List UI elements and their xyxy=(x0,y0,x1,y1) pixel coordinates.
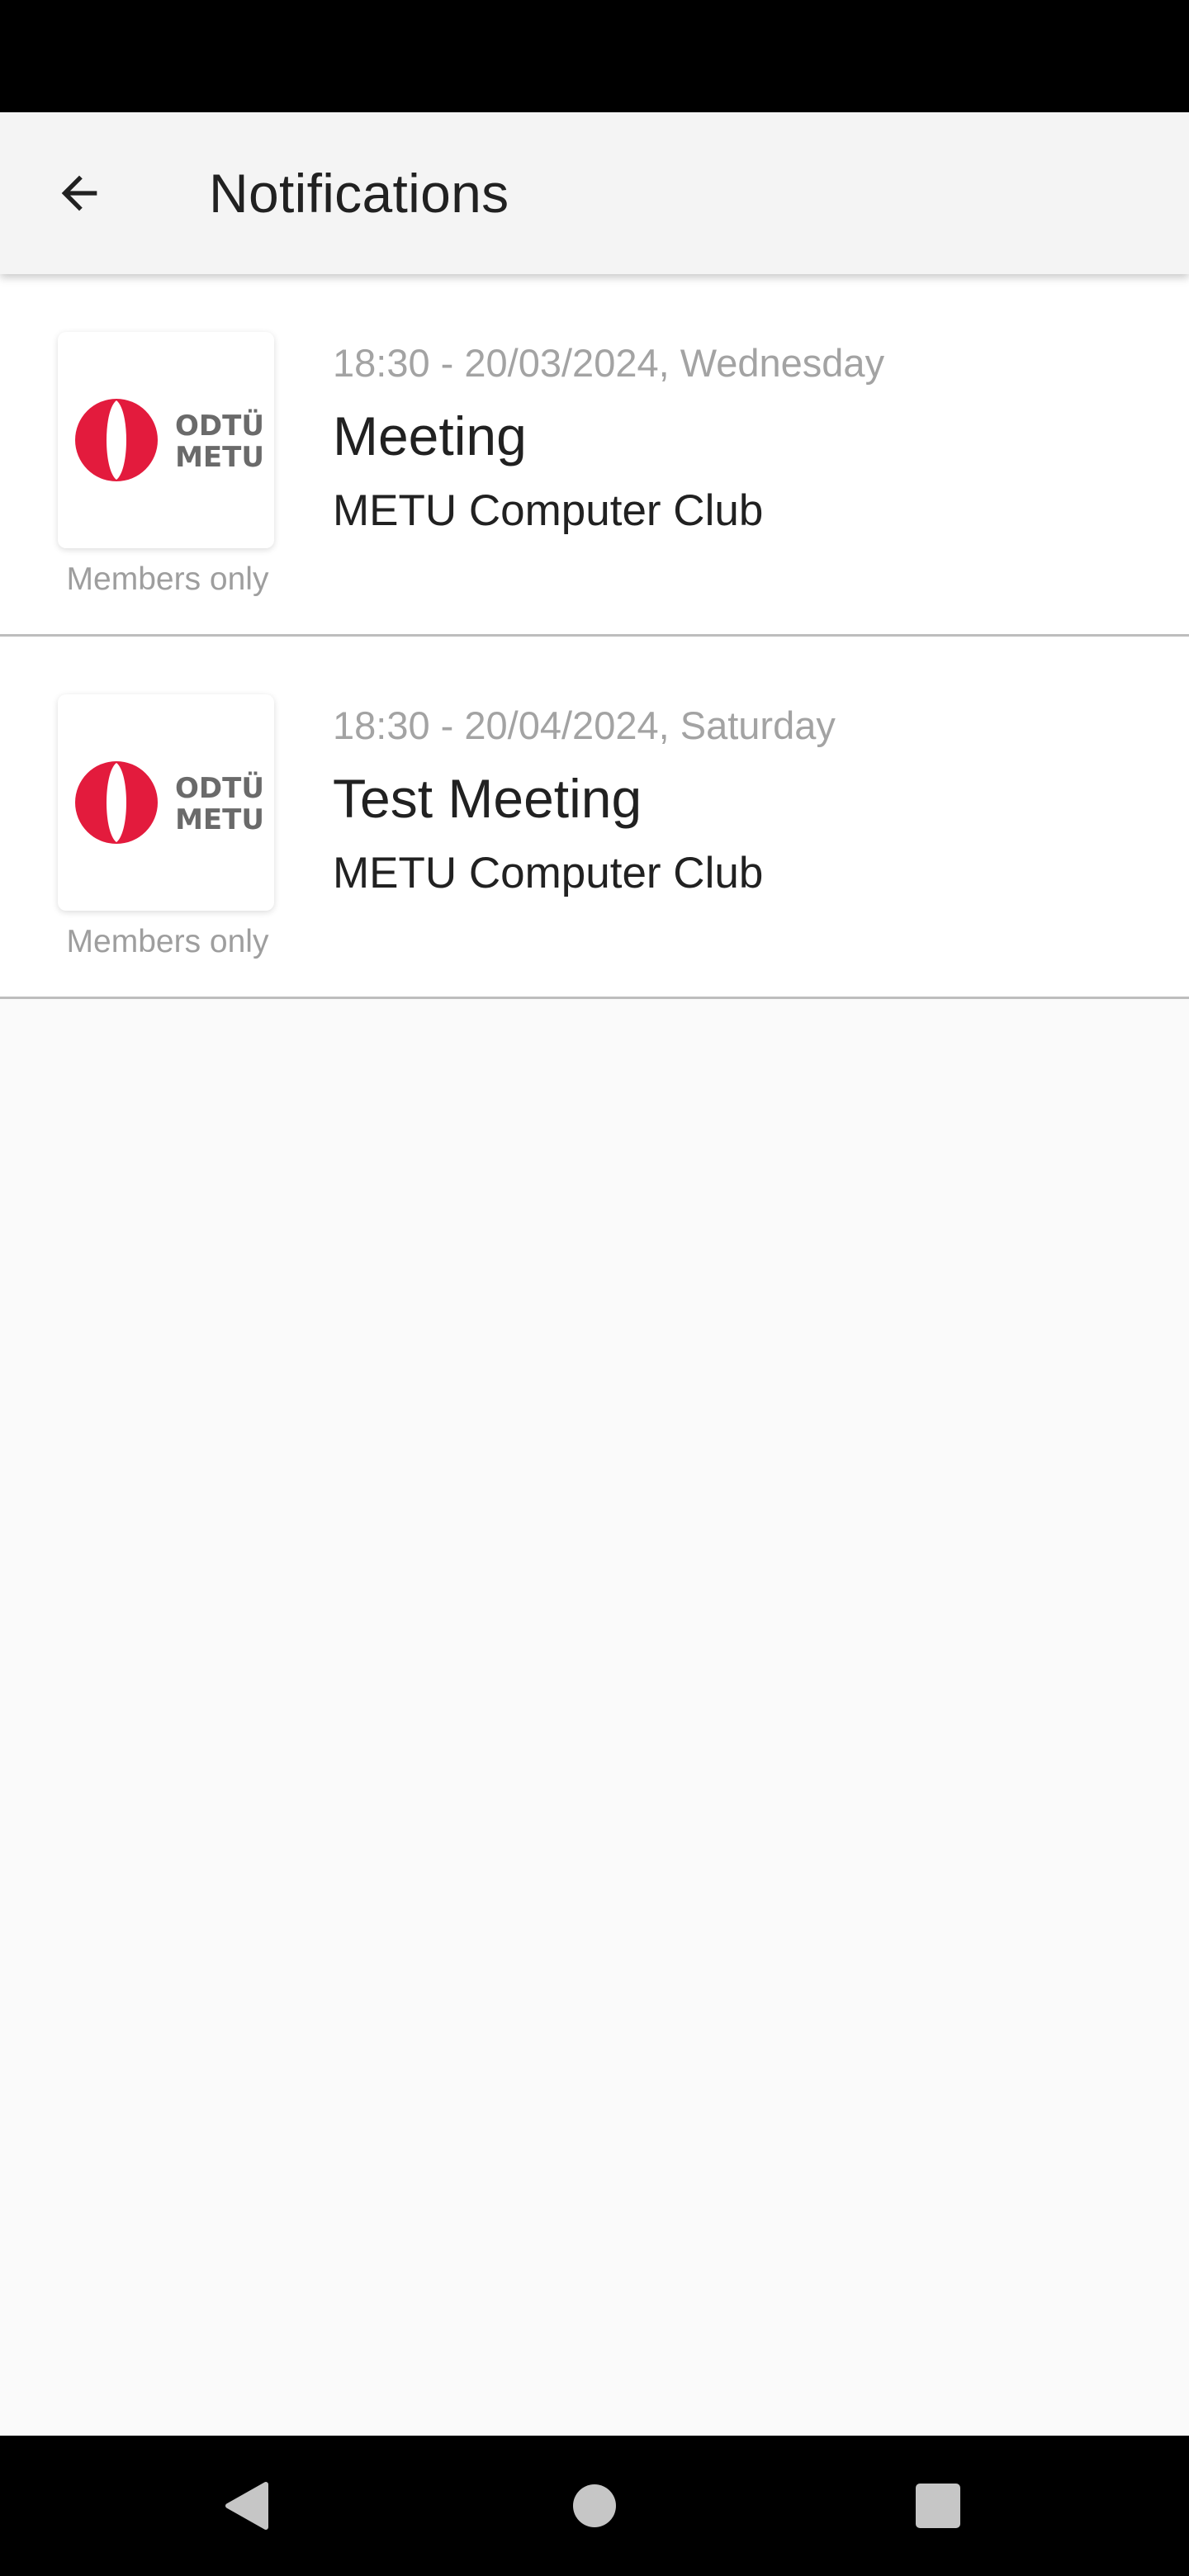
app-bar: Notifications xyxy=(0,112,1189,274)
arrow-left-icon xyxy=(61,175,97,211)
event-club-name: METU Computer Club xyxy=(333,486,764,535)
metu-logo-icon: ODTÜ METU xyxy=(75,761,264,844)
notification-list: ODTÜ METU Members only 18:30 - 20/03/202… xyxy=(0,274,1189,999)
event-club-name: METU Computer Club xyxy=(333,849,764,897)
page-title: Notifications xyxy=(209,163,509,224)
event-title: Meeting xyxy=(333,405,527,466)
visibility-label: Members only xyxy=(66,561,269,597)
svg-text:ODTÜ: ODTÜ xyxy=(175,409,264,443)
back-button[interactable] xyxy=(40,154,119,233)
nav-recents-button[interactable] xyxy=(872,2436,1004,2576)
event-datetime: 18:30 - 20/04/2024, Saturday xyxy=(333,703,836,747)
svg-text:METU: METU xyxy=(175,441,264,474)
event-datetime: 18:30 - 20/03/2024, Wednesday xyxy=(333,341,885,385)
system-navigation-bar xyxy=(0,2436,1189,2576)
nav-back-button[interactable] xyxy=(182,2436,314,2576)
event-title: Test Meeting xyxy=(333,768,642,829)
recents-square-icon xyxy=(916,2484,960,2528)
club-logo: ODTÜ METU xyxy=(58,332,274,548)
nav-home-button[interactable] xyxy=(528,2436,661,2576)
home-circle-icon xyxy=(573,2484,616,2527)
notification-item[interactable]: ODTÜ METU Members only 18:30 - 20/03/202… xyxy=(0,274,1189,637)
status-bar xyxy=(0,0,1189,112)
notification-item[interactable]: ODTÜ METU Members only 18:30 - 20/04/202… xyxy=(0,637,1189,999)
club-logo: ODTÜ METU xyxy=(58,694,274,911)
metu-logo-icon: ODTÜ METU xyxy=(75,399,264,481)
svg-text:ODTÜ: ODTÜ xyxy=(175,771,264,805)
visibility-label: Members only xyxy=(66,924,269,959)
svg-text:METU: METU xyxy=(175,803,264,836)
back-triangle-icon xyxy=(225,2482,268,2530)
